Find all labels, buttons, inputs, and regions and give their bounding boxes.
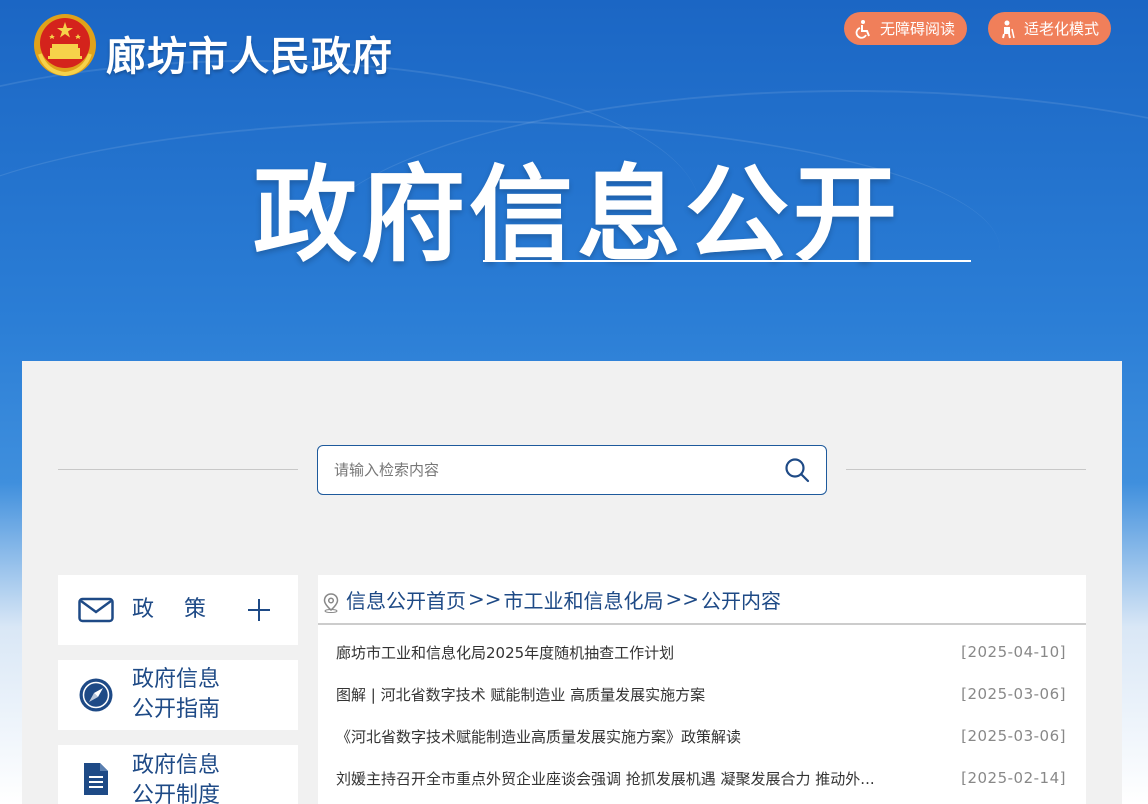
- breadcrumb-dept-link[interactable]: 市工业和信息化局: [504, 585, 664, 614]
- hero-title: 政府信息公开: [252, 154, 901, 276]
- news-date: [2025-02-14]: [961, 769, 1066, 787]
- sidebar-item-label: 政府信息 公开指南: [132, 667, 221, 722]
- list-item: 图解 | 河北省数字技术 赋能制造业 高质量发展实施方案 [2025-03-06…: [336, 673, 1066, 715]
- breadcrumb-current[interactable]: 公开内容: [701, 585, 781, 614]
- breadcrumb-home-link[interactable]: 信息公开首页: [346, 585, 466, 614]
- news-title-link[interactable]: 刘媛主持召开全市重点外贸企业座谈会强调 抢抓发展机遇 凝聚发展合力 推动外...: [336, 768, 875, 789]
- news-date: [2025-03-06]: [961, 727, 1066, 745]
- hero-underline: [483, 260, 971, 262]
- accessibility-reading-button[interactable]: 无障碍阅读: [844, 12, 968, 45]
- search-divider-right: [846, 469, 1086, 470]
- sidebar-item-system[interactable]: 政府信息 公开制度: [58, 745, 298, 804]
- elder-person-icon: [1002, 20, 1015, 38]
- content-area: 信息公开首页 >> 市工业和信息化局 >> 公开内容 廊坊市工业和信息化局202…: [318, 575, 1086, 804]
- news-title-link[interactable]: 廊坊市工业和信息化局2025年度随机抽查工作计划: [336, 642, 674, 663]
- sidebar-item-label: 政府信息 公开制度: [132, 753, 221, 804]
- search-input[interactable]: [334, 461, 784, 479]
- list-item: 《河北省数字技术赋能制造业高质量发展实施方案》政策解读 [2025-03-06]: [336, 715, 1066, 757]
- sidebar-item-label: 政策: [132, 597, 237, 622]
- breadcrumb-separator: >>: [665, 587, 700, 611]
- expand-plus-icon[interactable]: [248, 599, 270, 621]
- site-name[interactable]: 廊坊市人民政府: [106, 24, 393, 82]
- national-emblem-logo: [34, 14, 96, 77]
- breadcrumb: 信息公开首页 >> 市工业和信息化局 >> 公开内容: [318, 575, 1086, 625]
- list-item: 刘媛主持召开全市重点外贸企业座谈会强调 抢抓发展机遇 凝聚发展合力 推动外...…: [336, 757, 1066, 799]
- news-list: 廊坊市工业和信息化局2025年度随机抽查工作计划 [2025-04-10] 图解…: [318, 625, 1086, 799]
- news-title-link[interactable]: 《河北省数字技术赋能制造业高质量发展实施方案》政策解读: [336, 726, 741, 747]
- news-date: [2025-03-06]: [961, 685, 1066, 703]
- search-box: [317, 445, 827, 495]
- news-date: [2025-04-10]: [961, 643, 1066, 661]
- elder-mode-button[interactable]: 适老化模式: [988, 12, 1112, 45]
- accessibility-reading-label: 无障碍阅读: [880, 20, 956, 38]
- list-item: 廊坊市工业和信息化局2025年度随机抽查工作计划 [2025-04-10]: [336, 631, 1066, 673]
- location-pin-icon: [323, 593, 339, 613]
- main-panel: 政策 政府信息 公开指南 政府信息 公开制度 信息公开首: [22, 361, 1122, 804]
- wheelchair-icon: [855, 19, 870, 39]
- news-title-link[interactable]: 图解 | 河北省数字技术 赋能制造业 高质量发展实施方案: [336, 684, 705, 705]
- breadcrumb-separator: >>: [468, 587, 502, 611]
- elder-mode-label: 适老化模式: [1024, 20, 1100, 38]
- sidebar-item-policy[interactable]: 政策: [58, 575, 298, 645]
- envelope-icon: [78, 597, 114, 623]
- search-icon[interactable]: [784, 457, 810, 483]
- document-icon: [84, 763, 108, 795]
- compass-icon: [79, 678, 113, 712]
- search-divider-left: [58, 469, 298, 470]
- sidebar-item-guide[interactable]: 政府信息 公开指南: [58, 660, 298, 730]
